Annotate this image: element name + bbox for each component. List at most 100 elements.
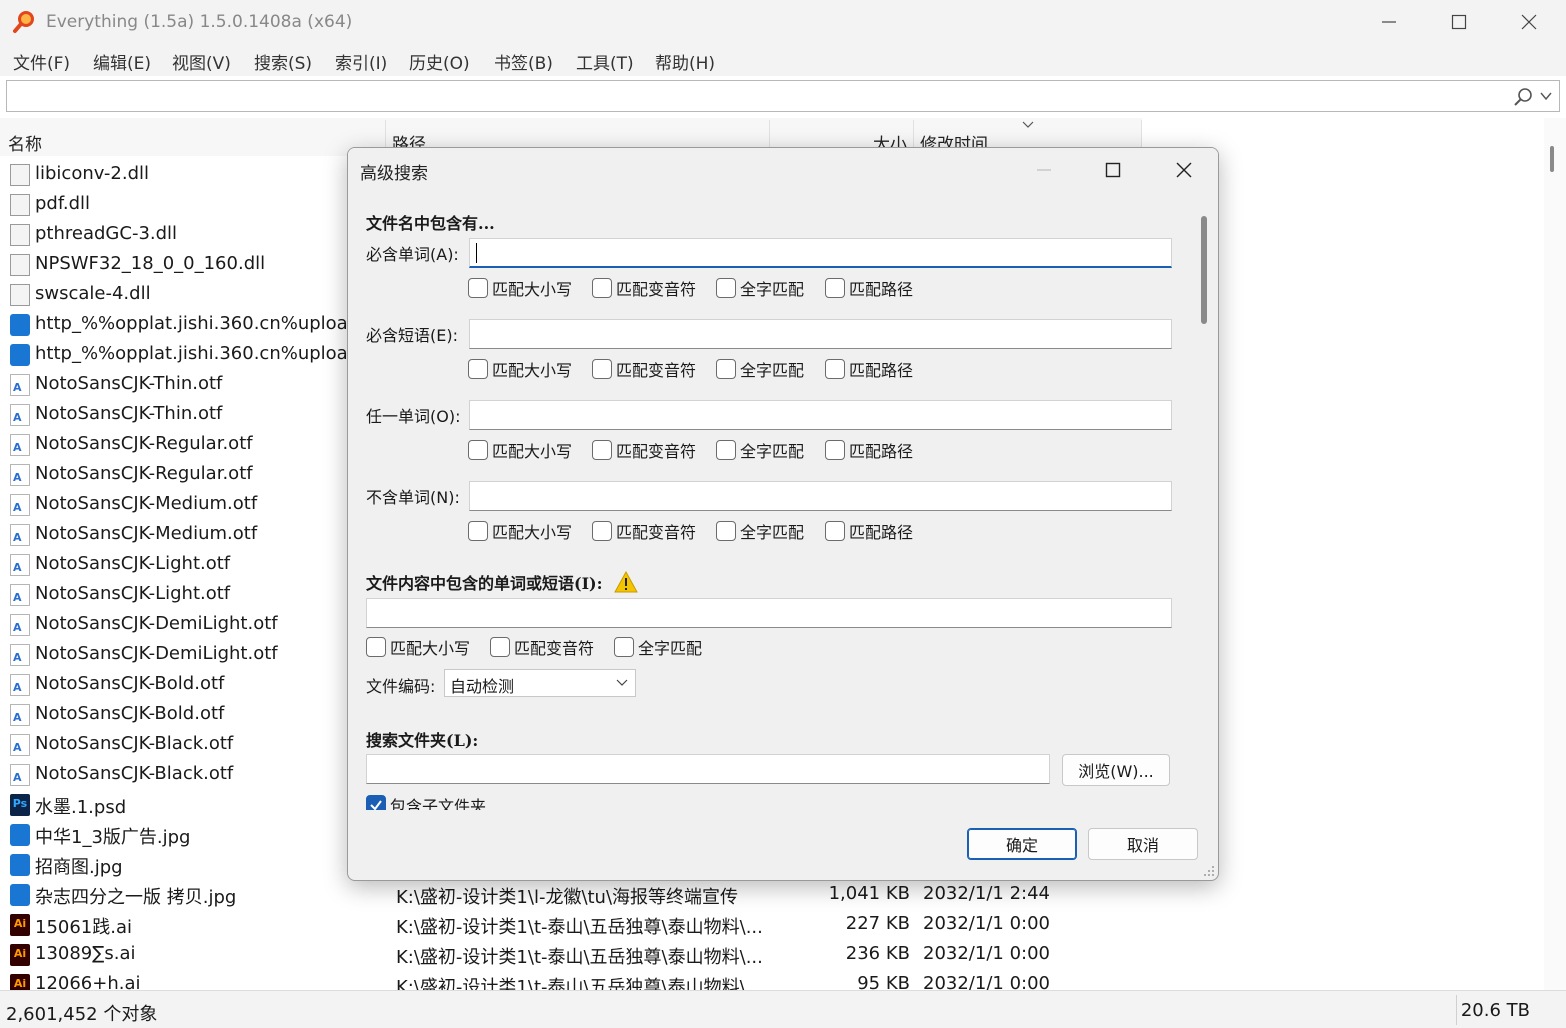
menu-bar: 文件(F) 编辑(E) 视图(V) 搜索(S) 索引(I) 历史(O) 书签(B… [0,44,1566,76]
dll-file-icon [10,284,30,306]
menu-view[interactable]: 视图(V) [172,49,231,74]
exclude-words-field[interactable] [469,481,1172,511]
must-contain-phrase-match-case-checkbox[interactable]: 匹配大小写 [468,358,572,380]
dialog-scrollbar-thumb[interactable] [1201,216,1207,324]
content-match-whole-word-checkbox[interactable]: 全字匹配 [614,636,702,658]
checkbox-box [716,278,736,298]
file-name: 12066+h.ai [35,973,141,990]
close-button[interactable] [1494,0,1564,44]
menu-history[interactable]: 历史(O) [409,49,470,74]
exclude-words-match-case-checkbox[interactable]: 匹配大小写 [468,520,572,542]
search-input[interactable] [6,80,1560,112]
checkbox-label: 匹配变音符 [616,442,697,461]
chevron-down-icon[interactable] [1539,89,1553,103]
file-row[interactable]: Ai 12066+h.ai K:\盛初-设计类1\t-泰山\五岳独尊\泰山物料\..… [0,970,1142,990]
folder-field[interactable] [366,754,1050,784]
checkmark-icon [370,800,382,810]
font-file-icon: A [10,464,30,486]
font-file-icon: A [10,674,30,696]
file-row[interactable]: 杂志四分之一版 拷贝.jpg K:\盛初-设计类1\l-龙徽\tu\海报等终端宣传… [0,880,1142,910]
dialog-close-button[interactable] [1154,152,1214,188]
minimize-button[interactable] [1354,0,1424,44]
checkbox-box [825,278,845,298]
file-name: http_%%opplat.jishi.360.cn%upload% [35,343,377,364]
checkbox-label: 匹配变音符 [616,361,697,380]
search-icon[interactable] [1513,87,1533,107]
must-contain-phrase-match-whole-word-checkbox[interactable]: 全字匹配 [716,358,804,380]
file-name: 招商图.jpg [35,857,123,878]
menu-search[interactable]: 搜索(S) [254,49,312,74]
checkbox-label: 全字匹配 [638,639,703,658]
checkbox-label: 匹配大小写 [492,523,573,542]
section-content-label: 文件内容中包含的单词或短语(I): [366,574,603,593]
checkbox-box [614,637,634,657]
file-row[interactable]: Ai 13089∑s.ai K:\盛初-设计类1\t-泰山\五岳独尊\泰山物料\..… [0,940,1142,970]
checkbox-label: 匹配大小写 [492,442,573,461]
menu-file[interactable]: 文件(F) [13,49,70,74]
file-path: K:\盛初-设计类1\l-龙徽\tu\海报等终端宣传 [396,887,739,908]
menu-index[interactable]: 索引(I) [335,49,387,74]
must-contain-phrase-field[interactable] [469,319,1172,349]
maximize-button[interactable] [1424,0,1494,44]
checkbox-box [592,440,612,460]
text-caret [476,243,477,263]
any-word-match-whole-word-checkbox[interactable]: 全字匹配 [716,439,804,461]
checkbox-box [366,795,386,810]
file-name: 水墨.1.psd [35,797,127,818]
vertical-scrollbar[interactable] [1544,118,1566,990]
exclude-words-match-path-checkbox[interactable]: 匹配路径 [825,520,913,542]
must-contain-words-match-whole-word-checkbox[interactable]: 全字匹配 [716,277,804,299]
checkbox-label: 匹配变音符 [514,639,595,658]
ai-file-icon: Ai [10,914,30,936]
must-contain-words-match-case-checkbox[interactable]: 匹配大小写 [468,277,572,299]
encoding-select[interactable]: 自动检测 [444,669,636,697]
font-file-icon: A [10,584,30,606]
must-contain-words-match-diacritics-checkbox[interactable]: 匹配变音符 [592,277,696,299]
checkbox-label: 全字匹配 [740,523,805,542]
ok-button[interactable]: 确定 [967,828,1077,860]
object-count: 2,601,452 个对象 [6,1004,158,1025]
resize-grip-icon[interactable] [1203,865,1215,877]
scrollbar-thumb[interactable] [1550,146,1554,172]
browse-button[interactable]: 浏览(W)... [1062,754,1170,786]
font-file-icon: A [10,764,30,786]
checkbox-label: 匹配大小写 [492,361,573,380]
checkbox-label: 匹配大小写 [390,639,471,658]
must-contain-words-field[interactable] [469,238,1172,268]
ai-file-icon: Ai [10,944,30,966]
include-subfolders-checkbox[interactable]: 包含子文件夹 [366,794,486,810]
exclude-words-match-diacritics-checkbox[interactable]: 匹配变音符 [592,520,696,542]
must-contain-phrase-match-diacritics-checkbox[interactable]: 匹配变音符 [592,358,696,380]
file-name: NotoSansCJK-Thin.otf [35,403,223,424]
file-name: 13089∑s.ai [35,943,136,964]
file-name: 杂志四分之一版 拷贝.jpg [35,887,237,908]
menu-bookmarks[interactable]: 书签(B) [494,49,553,74]
dll-file-icon [10,194,30,216]
must-contain-phrase-match-path-checkbox[interactable]: 匹配路径 [825,358,913,380]
menu-help[interactable]: 帮助(H) [655,49,715,74]
menu-edit[interactable]: 编辑(E) [93,49,151,74]
font-file-icon: A [10,734,30,756]
file-row[interactable]: Ai 15061践.ai K:\盛初-设计类1\t-泰山\五岳独尊\泰山物料\...… [0,910,1142,940]
content-match-diacritics-checkbox[interactable]: 匹配变音符 [490,636,594,658]
exclude-words-match-whole-word-checkbox[interactable]: 全字匹配 [716,520,804,542]
any-word-field[interactable] [469,400,1172,430]
checkbox-label: 全字匹配 [740,361,805,380]
window-title: Everything (1.5a) 1.5.0.1408a (x64) [46,12,353,32]
column-header-name[interactable]: 名称 [4,120,386,156]
cancel-button[interactable]: 取消 [1088,828,1198,860]
menu-tools[interactable]: 工具(T) [576,49,634,74]
any-word-match-path-checkbox[interactable]: 匹配路径 [825,439,913,461]
file-name: NPSWF32_18_0_0_160.dll [35,253,266,274]
checkbox-box [592,521,612,541]
any-word-match-diacritics-checkbox[interactable]: 匹配变音符 [592,439,696,461]
content-search-field[interactable] [366,598,1172,628]
dialog-maximize-button[interactable] [1083,152,1143,188]
image-file-icon [10,884,30,906]
checkbox-box [825,440,845,460]
any-word-match-case-checkbox[interactable]: 匹配大小写 [468,439,572,461]
image-file-icon [10,824,30,846]
must-contain-words-match-path-checkbox[interactable]: 匹配路径 [825,277,913,299]
content-match-case-checkbox[interactable]: 匹配大小写 [366,636,470,658]
checkbox-box [592,359,612,379]
